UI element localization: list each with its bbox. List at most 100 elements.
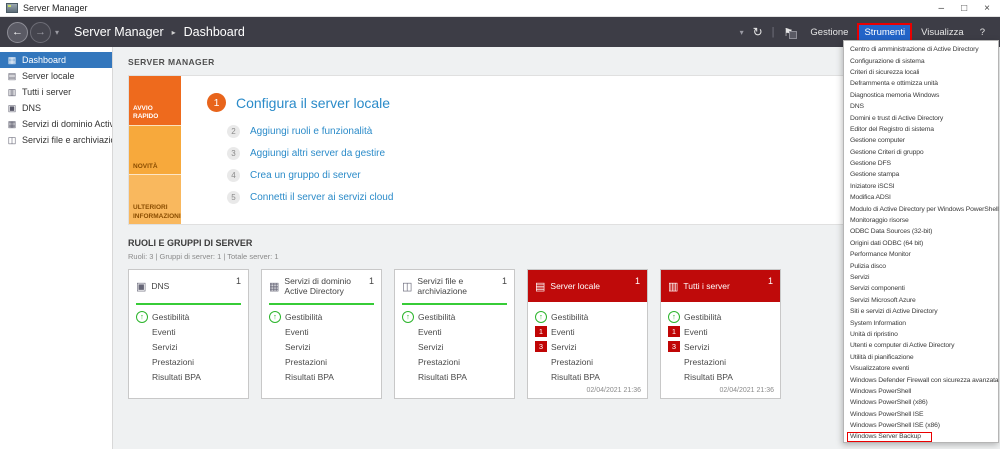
step-link[interactable]: Connetti il server ai servizi cloud xyxy=(250,192,393,203)
tools-menu-item[interactable]: Configurazione di sistema xyxy=(844,55,998,66)
tools-menu-item[interactable]: Monitoraggio risorse xyxy=(844,215,998,226)
tools-menu-item[interactable]: Gestione Criteri di gruppo xyxy=(844,147,998,158)
row-link[interactable]: Risultati BPA xyxy=(418,372,467,382)
row-link[interactable]: Servizi xyxy=(684,342,710,352)
tools-menu-item[interactable]: Criteri di sicurezza locali xyxy=(844,67,998,78)
row-link[interactable]: Gestibilità xyxy=(418,312,455,322)
row-link[interactable]: Servizi xyxy=(418,342,444,352)
row-link[interactable]: Prestazioni xyxy=(684,357,726,367)
sidebar-item-tutti-i-server[interactable]: ▥ Tutti i server xyxy=(0,84,112,100)
tools-menu-item[interactable]: Visualizzatore eventi xyxy=(844,363,998,374)
card-row[interactable]: ↑ 1 Eventi xyxy=(668,324,780,339)
card-row[interactable]: ↑ 3 Servizi xyxy=(668,339,780,354)
row-link[interactable]: Risultati BPA xyxy=(684,372,733,382)
tools-menu-item[interactable]: Modulo di Active Directory per Windows P… xyxy=(844,203,999,214)
card-row[interactable]: ↑ 3 Servizi xyxy=(535,339,647,354)
tab-ulteriori-informazioni[interactable]: ULTERIORI INFORMAZIONI xyxy=(129,174,181,225)
card-row[interactable]: ↑ Prestazioni xyxy=(402,354,514,369)
card-row[interactable]: ↑ Risultati BPA xyxy=(668,369,780,384)
tools-menu-item[interactable]: Siti e servizi di Active Directory xyxy=(844,306,998,317)
card-row[interactable]: ↑ Servizi xyxy=(402,339,514,354)
row-link[interactable]: Risultati BPA xyxy=(152,372,201,382)
card-row[interactable]: ↑ Gestibilità xyxy=(402,309,514,324)
tools-menu-item[interactable]: Servizi componenti xyxy=(844,283,998,294)
sidebar-item-dns[interactable]: ▣ DNS xyxy=(0,100,112,116)
row-link[interactable]: Prestazioni xyxy=(152,357,194,367)
notifications-flag-icon[interactable]: ⚑ xyxy=(784,26,798,39)
sidebar-item-server-locale[interactable]: ▤ Server locale xyxy=(0,68,112,84)
card-header[interactable]: ▥ Tutti i server 1 xyxy=(661,270,780,302)
tools-menu-item[interactable]: Servizi xyxy=(844,272,998,283)
tools-menu-item[interactable]: Gestione DFS xyxy=(844,158,998,169)
tools-menu-item[interactable]: Modifica ADSI xyxy=(844,192,998,203)
card-row[interactable]: ↑ Prestazioni xyxy=(668,354,780,369)
menu-visualizza[interactable]: Visualizza xyxy=(916,25,969,40)
tools-menu-item[interactable]: Gestione stampa xyxy=(844,169,998,180)
row-link[interactable]: Eventi xyxy=(684,327,708,337)
breadcrumb-root[interactable]: Server Manager xyxy=(74,25,164,39)
row-link[interactable]: Risultati BPA xyxy=(551,372,600,382)
tools-menu-item[interactable]: Utilità di pianificazione xyxy=(844,352,998,363)
row-link[interactable]: Servizi xyxy=(285,342,311,352)
row-link[interactable]: Servizi xyxy=(551,342,577,352)
close-button[interactable]: × xyxy=(984,3,990,14)
tools-menu-item[interactable]: Windows PowerShell (x86) xyxy=(844,397,998,408)
sidebar-item-ad-ds[interactable]: ▦ Servizi di dominio Activ... xyxy=(0,116,112,132)
card-header[interactable]: ◫ Servizi file e archiviazione 1 xyxy=(395,270,514,302)
row-link[interactable]: Prestazioni xyxy=(551,357,593,367)
step-link[interactable]: Configura il server locale xyxy=(236,95,390,111)
card-row[interactable]: ↑ Gestibilità xyxy=(269,309,381,324)
tools-menu-item[interactable]: System Information xyxy=(844,317,998,328)
row-link[interactable]: Gestibilità xyxy=(684,312,721,322)
sidebar-item-file-storage[interactable]: ◫ Servizi file e archiviazione ▷ xyxy=(0,132,112,148)
row-link[interactable]: Eventi xyxy=(152,327,176,337)
menu-strumenti[interactable]: Strumenti xyxy=(857,22,913,42)
tools-menu-item[interactable]: Windows Defender Firewall con sicurezza … xyxy=(844,374,999,385)
menu-help[interactable]: ? xyxy=(975,25,990,40)
sidebar-item-dashboard[interactable]: ▦ Dashboard xyxy=(0,52,112,68)
maximize-button[interactable]: □ xyxy=(961,3,967,14)
card-row[interactable]: ↑ Servizi xyxy=(269,339,381,354)
card-row[interactable]: ↑ Risultati BPA xyxy=(402,369,514,384)
tools-menu-item[interactable]: Editor del Registro di sistema xyxy=(844,124,998,135)
card-header[interactable]: ▦ Servizi di dominio Active Directory 1 xyxy=(262,270,381,302)
tools-menu-item[interactable]: Windows Server Backup xyxy=(844,431,998,442)
row-link[interactable]: Prestazioni xyxy=(285,357,327,367)
tools-menu-item[interactable]: Diagnostica memoria Windows xyxy=(844,90,998,101)
card-row[interactable]: ↑ Prestazioni xyxy=(269,354,381,369)
tools-menu-item[interactable]: Iniziatore iSCSI xyxy=(844,181,998,192)
row-link[interactable]: Gestibilità xyxy=(152,312,189,322)
back-button[interactable]: ← xyxy=(7,21,28,43)
menu-gestione[interactable]: Gestione xyxy=(805,25,853,40)
card-row[interactable]: ↑ Eventi xyxy=(402,324,514,339)
tab-avvio-rapido[interactable]: AVVIO RAPIDO xyxy=(129,76,181,125)
card-row[interactable]: ↑ Eventi xyxy=(136,324,248,339)
row-link[interactable]: Eventi xyxy=(551,327,575,337)
card-row[interactable]: ↑ Eventi xyxy=(269,324,381,339)
row-link[interactable]: Servizi xyxy=(152,342,178,352)
tools-menu-item[interactable]: Deframmenta e ottimizza unità xyxy=(844,78,998,89)
tools-menu-item[interactable]: Performance Monitor xyxy=(844,249,998,260)
minimize-button[interactable]: – xyxy=(939,3,945,14)
tools-menu-item[interactable]: Origini dati ODBC (64 bit) xyxy=(844,238,998,249)
card-row[interactable]: ↑ Gestibilità xyxy=(535,309,647,324)
history-caret-icon[interactable]: ▾ xyxy=(55,28,59,37)
row-link[interactable]: Risultati BPA xyxy=(285,372,334,382)
tab-novita[interactable]: NOVITÀ xyxy=(129,124,181,175)
step-link[interactable]: Aggiungi altri server da gestire xyxy=(250,148,385,159)
row-link[interactable]: Eventi xyxy=(285,327,309,337)
refresh-icon[interactable]: ↻ xyxy=(753,25,763,39)
tools-menu-item[interactable]: Pulizia disco xyxy=(844,260,998,271)
card-row[interactable]: ↑ Risultati BPA xyxy=(269,369,381,384)
tools-menu-item[interactable]: ODBC Data Sources (32-bit) xyxy=(844,226,998,237)
tools-menu-item[interactable]: Utenti e computer di Active Directory xyxy=(844,340,998,351)
card-row[interactable]: ↑ Gestibilità xyxy=(136,309,248,324)
tools-menu-item[interactable]: Windows PowerShell xyxy=(844,386,998,397)
row-link[interactable]: Gestibilità xyxy=(285,312,322,322)
tools-menu-item[interactable]: Windows PowerShell ISE xyxy=(844,409,998,420)
card-row[interactable]: ↑ Gestibilità xyxy=(668,309,780,324)
card-row[interactable]: ↑ Risultati BPA xyxy=(136,369,248,384)
row-link[interactable]: Eventi xyxy=(418,327,442,337)
step-link[interactable]: Crea un gruppo di server xyxy=(250,170,361,181)
tools-menu-item[interactable]: DNS xyxy=(844,101,998,112)
